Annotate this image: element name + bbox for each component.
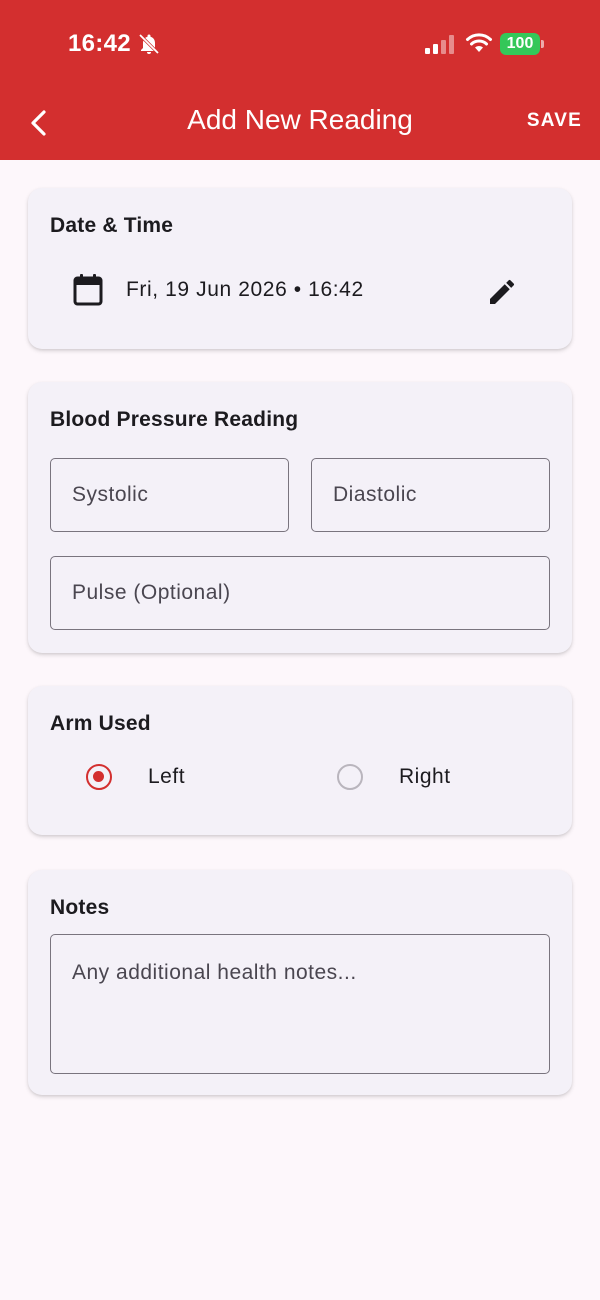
diastolic-placeholder: Diastolic xyxy=(333,483,417,506)
status-time: 16:42 xyxy=(68,30,131,57)
radio-left[interactable] xyxy=(86,764,112,790)
radio-right[interactable] xyxy=(337,764,363,790)
arm-used-title: Arm Used xyxy=(50,712,151,735)
arm-used-card: Arm Used Left Right xyxy=(28,686,572,835)
date-time-card: Date & Time Fri, 19 Jun 2026 • 16:42 xyxy=(28,188,572,349)
app-bar: 16:42 100 Add New Reading SAVE xyxy=(0,0,600,160)
systolic-placeholder: Systolic xyxy=(72,483,149,506)
calendar-icon[interactable] xyxy=(72,272,104,308)
notes-field[interactable]: Any additional health notes... xyxy=(50,934,550,1074)
radio-right-label[interactable]: Right xyxy=(399,765,451,789)
bell-slash-icon xyxy=(138,33,160,55)
battery-level: 100 xyxy=(500,33,540,55)
pulse-placeholder: Pulse (Optional) xyxy=(72,581,231,604)
radio-left-label[interactable]: Left xyxy=(148,765,185,789)
notes-card: Notes Any additional health notes... xyxy=(28,870,572,1095)
systolic-field[interactable]: Systolic xyxy=(50,458,289,532)
pencil-icon[interactable] xyxy=(486,276,518,308)
wifi-icon xyxy=(466,33,492,52)
page-title: Add New Reading xyxy=(187,104,413,135)
diastolic-field[interactable]: Diastolic xyxy=(311,458,550,532)
notes-title: Notes xyxy=(50,896,110,919)
signal-icon xyxy=(425,35,454,54)
save-button[interactable]: SAVE xyxy=(527,110,582,132)
pulse-field[interactable]: Pulse (Optional) xyxy=(50,556,550,630)
blood-pressure-card: Blood Pressure Reading Systolic Diastoli… xyxy=(28,382,572,653)
date-time-title: Date & Time xyxy=(50,214,174,237)
battery-icon: 100 xyxy=(500,33,544,55)
blood-pressure-title: Blood Pressure Reading xyxy=(50,408,299,431)
notes-placeholder: Any additional health notes... xyxy=(72,961,357,984)
date-time-value[interactable]: Fri, 19 Jun 2026 • 16:42 xyxy=(126,278,364,302)
